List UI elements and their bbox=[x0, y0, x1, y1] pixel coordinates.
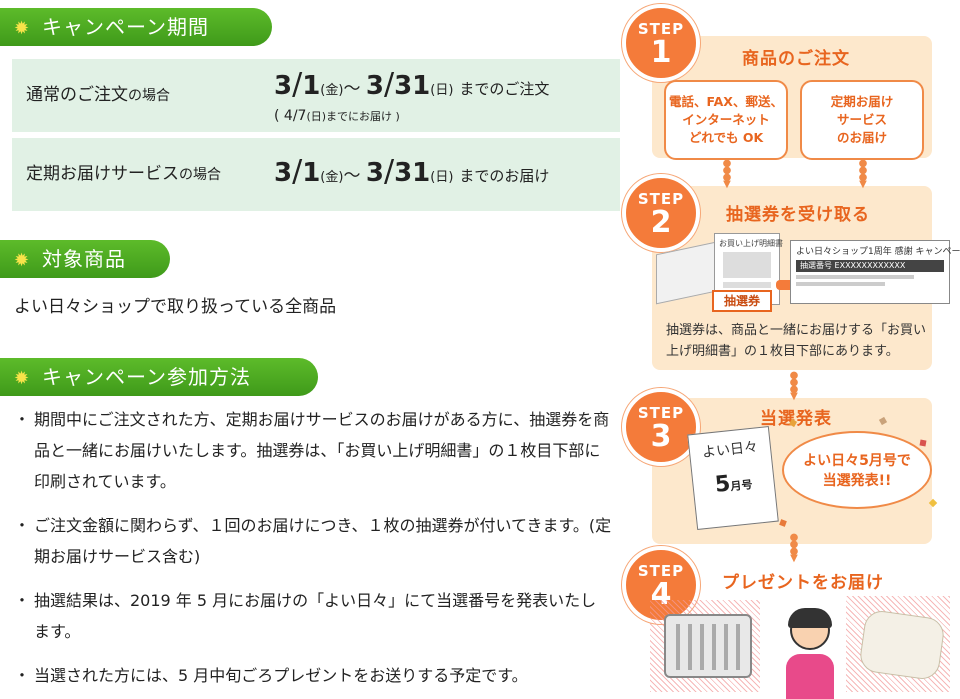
lottery-ticket-label: 抽選券 bbox=[712, 290, 772, 312]
flow-arrow-icon: ● ● ● ▼ bbox=[722, 158, 732, 190]
lottery-ticket-image: よい日々ショップ1周年 感謝 キャンペーン抽選券 抽選番号 EXXXXXXXXX… bbox=[790, 240, 960, 304]
flow-arrow-icon: ● ● ● ▼ bbox=[858, 158, 868, 190]
period-table: 通常のご注文の場合 3/1(金)～ 3/31(日) までのご注文 ( 4/7(日)… bbox=[12, 59, 620, 211]
flower-icon: ✹ bbox=[14, 18, 31, 39]
subscription-box: 定期お届け サービス のお届け bbox=[800, 80, 924, 160]
period-date-regular: 3/1(金)～ 3/31(日) までのご注文 bbox=[274, 67, 550, 102]
flower-icon: ✹ bbox=[14, 250, 31, 271]
period-date-subscription: 3/1(金)～ 3/31(日) までのお届け bbox=[274, 154, 550, 189]
list-item: 抽選結果は、2019 年 5 月にお届けの「よい日々」にて当選番号を発表いたしま… bbox=[14, 585, 612, 647]
period-delivery-note: ( 4/7(日)までにお届け ) bbox=[274, 108, 400, 124]
method-list: 期間中にご注文された方、定期お届けサービスのお届けがある方に、抽選券を商品と一緒… bbox=[14, 404, 612, 699]
flow-arrow-icon: ● ● ● ▼ bbox=[789, 532, 799, 564]
period-label-subscription: 定期お届けサービスの場合 bbox=[26, 164, 221, 184]
step3-title: 当選発表 bbox=[760, 409, 832, 429]
flower-icon: ✹ bbox=[14, 368, 31, 389]
target-products-text: よい日々ショップで取り扱っている全商品 bbox=[14, 297, 337, 317]
period-row-regular: 通常のご注文の場合 3/1(金)～ 3/31(日) までのご注文 ( 4/7(日)… bbox=[12, 59, 620, 132]
step4-title: プレゼントをお届け bbox=[722, 573, 884, 593]
magazine-icon: よい日々 5月号 bbox=[687, 425, 779, 531]
order-methods-box: 電話、FAX、郵送、 インターネット どれでも OK bbox=[664, 80, 788, 160]
step2-title: 抽選券を受け取る bbox=[726, 205, 870, 225]
list-item: ご注文金額に関わらず、１回のお届けにつき、１枚の抽選券が付いてきます。(定期お届… bbox=[14, 510, 612, 572]
list-item: 当選された方には、5 月中旬ごろプレゼントをお送りする予定です。 bbox=[14, 660, 612, 691]
section-title-period: キャンペーン期間 bbox=[42, 15, 209, 39]
section-header-target: ✹ 対象商品 bbox=[0, 240, 170, 278]
pillow-icon bbox=[858, 608, 946, 682]
section-header-method: ✹ キャンペーン参加方法 bbox=[0, 358, 318, 396]
period-label-regular: 通常のご注文の場合 bbox=[26, 85, 170, 105]
step1-badge: STEP 1 bbox=[622, 4, 700, 82]
flow-arrow-icon: ● ● ● ▼ bbox=[789, 370, 799, 402]
heater-icon bbox=[664, 614, 752, 678]
section-header-period: ✹ キャンペーン期間 bbox=[0, 8, 272, 46]
step2-description: 抽選券は、商品と一緒にお届けする「お買い上げ明細書」の１枚目下部にあります。 bbox=[666, 323, 927, 359]
happy-person-icon bbox=[780, 608, 840, 699]
section-title-target: 対象商品 bbox=[42, 247, 126, 271]
step1-title: 商品のご注文 bbox=[742, 49, 850, 69]
period-row-subscription: 定期お届けサービスの場合 3/1(金)～ 3/31(日) までのお届け bbox=[12, 138, 620, 211]
step2-badge: STEP 2 bbox=[622, 174, 700, 252]
section-title-method: キャンペーン参加方法 bbox=[42, 365, 251, 389]
announcement-bubble: よい日々5月号で 当選発表!! bbox=[782, 431, 932, 509]
list-item: 期間中にご注文された方、定期お届けサービスのお届けがある方に、抽選券を商品と一緒… bbox=[14, 404, 612, 497]
confetti-icon bbox=[919, 439, 927, 447]
